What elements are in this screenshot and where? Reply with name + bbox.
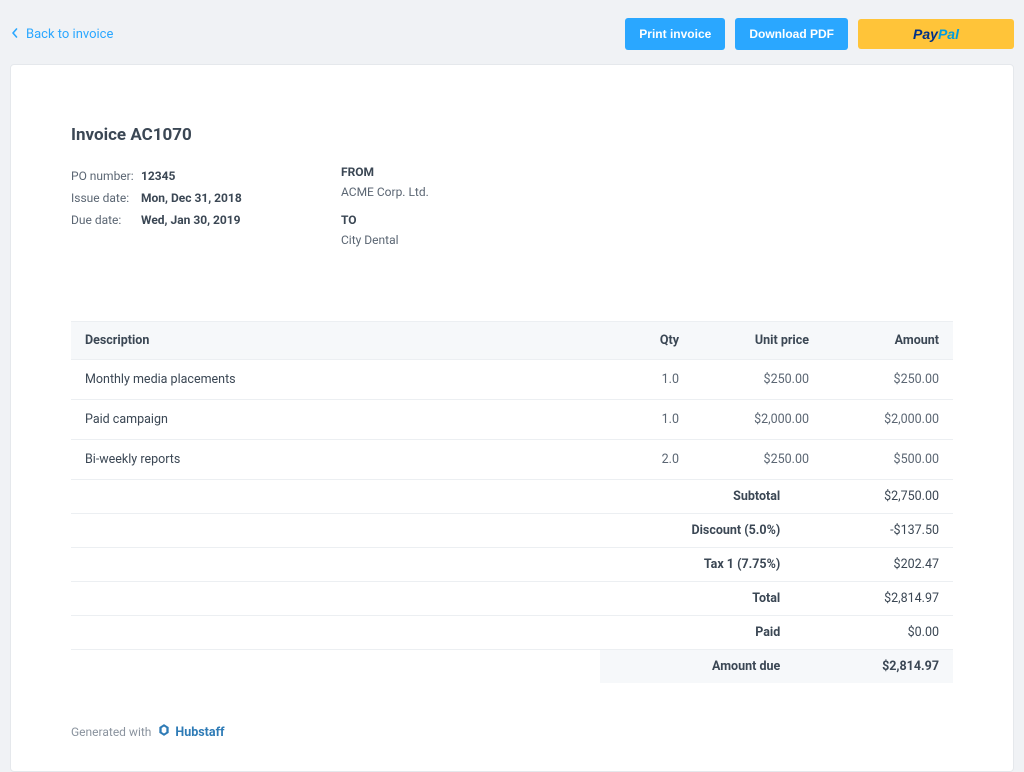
paypal-button[interactable]: PayPal (858, 19, 1014, 49)
from-heading: FROM (341, 165, 429, 179)
paypal-logo: PayPal (913, 26, 959, 42)
line-qty: 1.0 (603, 360, 693, 400)
hubstaff-icon (157, 723, 171, 741)
col-amount: Amount (823, 322, 953, 360)
line-unit-price: $2,000.00 (693, 400, 823, 440)
totals-table: Subtotal $2,750.00 Discount (5.0%) -$137… (71, 480, 953, 683)
chevron-left-icon (10, 27, 20, 42)
line-amount: $500.00 (823, 440, 953, 480)
line-qty: 1.0 (603, 400, 693, 440)
po-number-value: 12345 (141, 165, 248, 187)
hubstaff-brand-text: Hubstaff (175, 725, 224, 740)
action-bar: Print invoice Download PDF PayPal (625, 18, 1014, 50)
line-items-table: Description Qty Unit price Amount Monthl… (71, 321, 953, 480)
col-description: Description (71, 322, 603, 360)
line-amount: $2,000.00 (823, 400, 953, 440)
due-date-value: Wed, Jan 30, 2019 (141, 209, 248, 231)
line-unit-price: $250.00 (693, 440, 823, 480)
tax-value: $202.47 (794, 548, 953, 582)
paid-label: Paid (600, 616, 794, 650)
paid-value: $0.00 (794, 616, 953, 650)
col-unit-price: Unit price (693, 322, 823, 360)
download-pdf-button[interactable]: Download PDF (735, 18, 848, 50)
discount-label: Discount (5.0%) (600, 514, 794, 548)
invoice-title: Invoice AC1070 (71, 125, 953, 145)
tax-label: Tax 1 (7.75%) (600, 548, 794, 582)
amount-due-value: $2,814.97 (794, 650, 953, 684)
total-value: $2,814.97 (794, 582, 953, 616)
total-label: Total (600, 582, 794, 616)
generated-with: Generated with Hubstaff (71, 723, 953, 741)
issue-date-label: Issue date: (71, 187, 141, 209)
invoice-meta: PO number: 12345 Issue date: Mon, Dec 31… (71, 165, 271, 261)
discount-value: -$137.50 (794, 514, 953, 548)
to-heading: TO (341, 213, 429, 227)
line-description: Paid campaign (71, 400, 603, 440)
due-date-label: Due date: (71, 209, 141, 231)
back-link-label: Back to invoice (26, 27, 113, 42)
line-unit-price: $250.00 (693, 360, 823, 400)
line-qty: 2.0 (603, 440, 693, 480)
table-row: Bi-weekly reports 2.0 $250.00 $500.00 (71, 440, 953, 480)
po-number-label: PO number: (71, 165, 141, 187)
table-row: Monthly media placements 1.0 $250.00 $25… (71, 360, 953, 400)
to-name: City Dental (341, 233, 429, 247)
table-row: Paid campaign 1.0 $2,000.00 $2,000.00 (71, 400, 953, 440)
issue-date-value: Mon, Dec 31, 2018 (141, 187, 248, 209)
subtotal-value: $2,750.00 (794, 480, 953, 514)
back-to-invoice-link[interactable]: Back to invoice (10, 27, 113, 42)
line-amount: $250.00 (823, 360, 953, 400)
print-invoice-button[interactable]: Print invoice (625, 18, 725, 50)
amount-due-label: Amount due (600, 650, 794, 684)
line-description: Monthly media placements (71, 360, 603, 400)
subtotal-label: Subtotal (600, 480, 794, 514)
invoice-card: Invoice AC1070 PO number: 12345 Issue da… (10, 64, 1014, 772)
line-description: Bi-weekly reports (71, 440, 603, 480)
from-name: ACME Corp. Ltd. (341, 185, 429, 199)
col-qty: Qty (603, 322, 693, 360)
invoice-parties: FROM ACME Corp. Ltd. TO City Dental (341, 165, 429, 261)
generated-label: Generated with (71, 725, 151, 739)
hubstaff-logo[interactable]: Hubstaff (157, 723, 224, 741)
